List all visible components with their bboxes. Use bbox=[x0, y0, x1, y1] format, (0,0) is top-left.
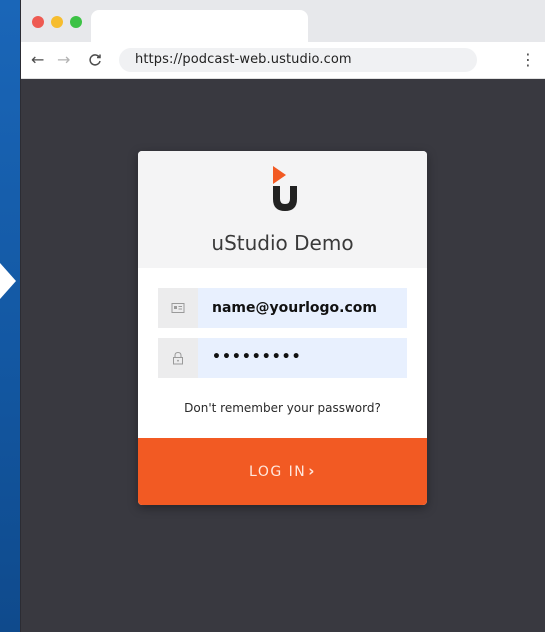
ustudio-logo bbox=[273, 166, 297, 211]
arrow-right-icon[interactable]: → bbox=[57, 50, 70, 70]
active-tab[interactable] bbox=[91, 10, 308, 42]
url-text: https://podcast-web.ustudio.com bbox=[135, 52, 352, 67]
password-value: ••••••••• bbox=[212, 349, 302, 365]
login-button-label: LOG IN › bbox=[138, 463, 427, 480]
minimize-window-dot[interactable] bbox=[51, 16, 63, 28]
expand-arrow-icon bbox=[0, 263, 16, 299]
email-icon-box bbox=[158, 288, 198, 328]
email-value: name@yourlogo.com bbox=[212, 300, 377, 316]
kebab-menu-icon[interactable]: ⋮ bbox=[520, 50, 536, 70]
login-label-text: LOG IN bbox=[249, 464, 307, 480]
password-icon-box bbox=[158, 338, 198, 378]
login-card-header: uStudio Demo bbox=[138, 151, 427, 268]
browser-window: ← → https://podcast-web.ustudio.com ⋮ uS… bbox=[20, 0, 545, 632]
address-bar[interactable]: https://podcast-web.ustudio.com bbox=[119, 48, 477, 72]
id-card-icon bbox=[171, 303, 185, 313]
page-title: uStudio Demo bbox=[211, 231, 354, 255]
lock-icon bbox=[173, 351, 183, 365]
forgot-password-link[interactable]: Don't remember your password? bbox=[138, 401, 427, 415]
browser-toolbar: ← → https://podcast-web.ustudio.com ⋮ bbox=[21, 42, 545, 79]
chevron-right-icon: › bbox=[308, 462, 316, 480]
login-button[interactable]: LOG IN › bbox=[138, 438, 427, 505]
maximize-window-dot[interactable] bbox=[70, 16, 82, 28]
password-field[interactable]: ••••••••• bbox=[158, 338, 407, 378]
password-input[interactable]: ••••••••• bbox=[198, 338, 407, 378]
email-field[interactable]: name@yourlogo.com bbox=[158, 288, 407, 328]
arrow-left-icon[interactable]: ← bbox=[31, 50, 44, 70]
login-card: uStudio Demo name@yourlogo.com •••••••••… bbox=[138, 151, 427, 505]
email-input[interactable]: name@yourlogo.com bbox=[198, 288, 407, 328]
browser-tab-strip bbox=[21, 0, 545, 42]
close-window-dot[interactable] bbox=[32, 16, 44, 28]
reload-icon[interactable] bbox=[87, 50, 103, 73]
